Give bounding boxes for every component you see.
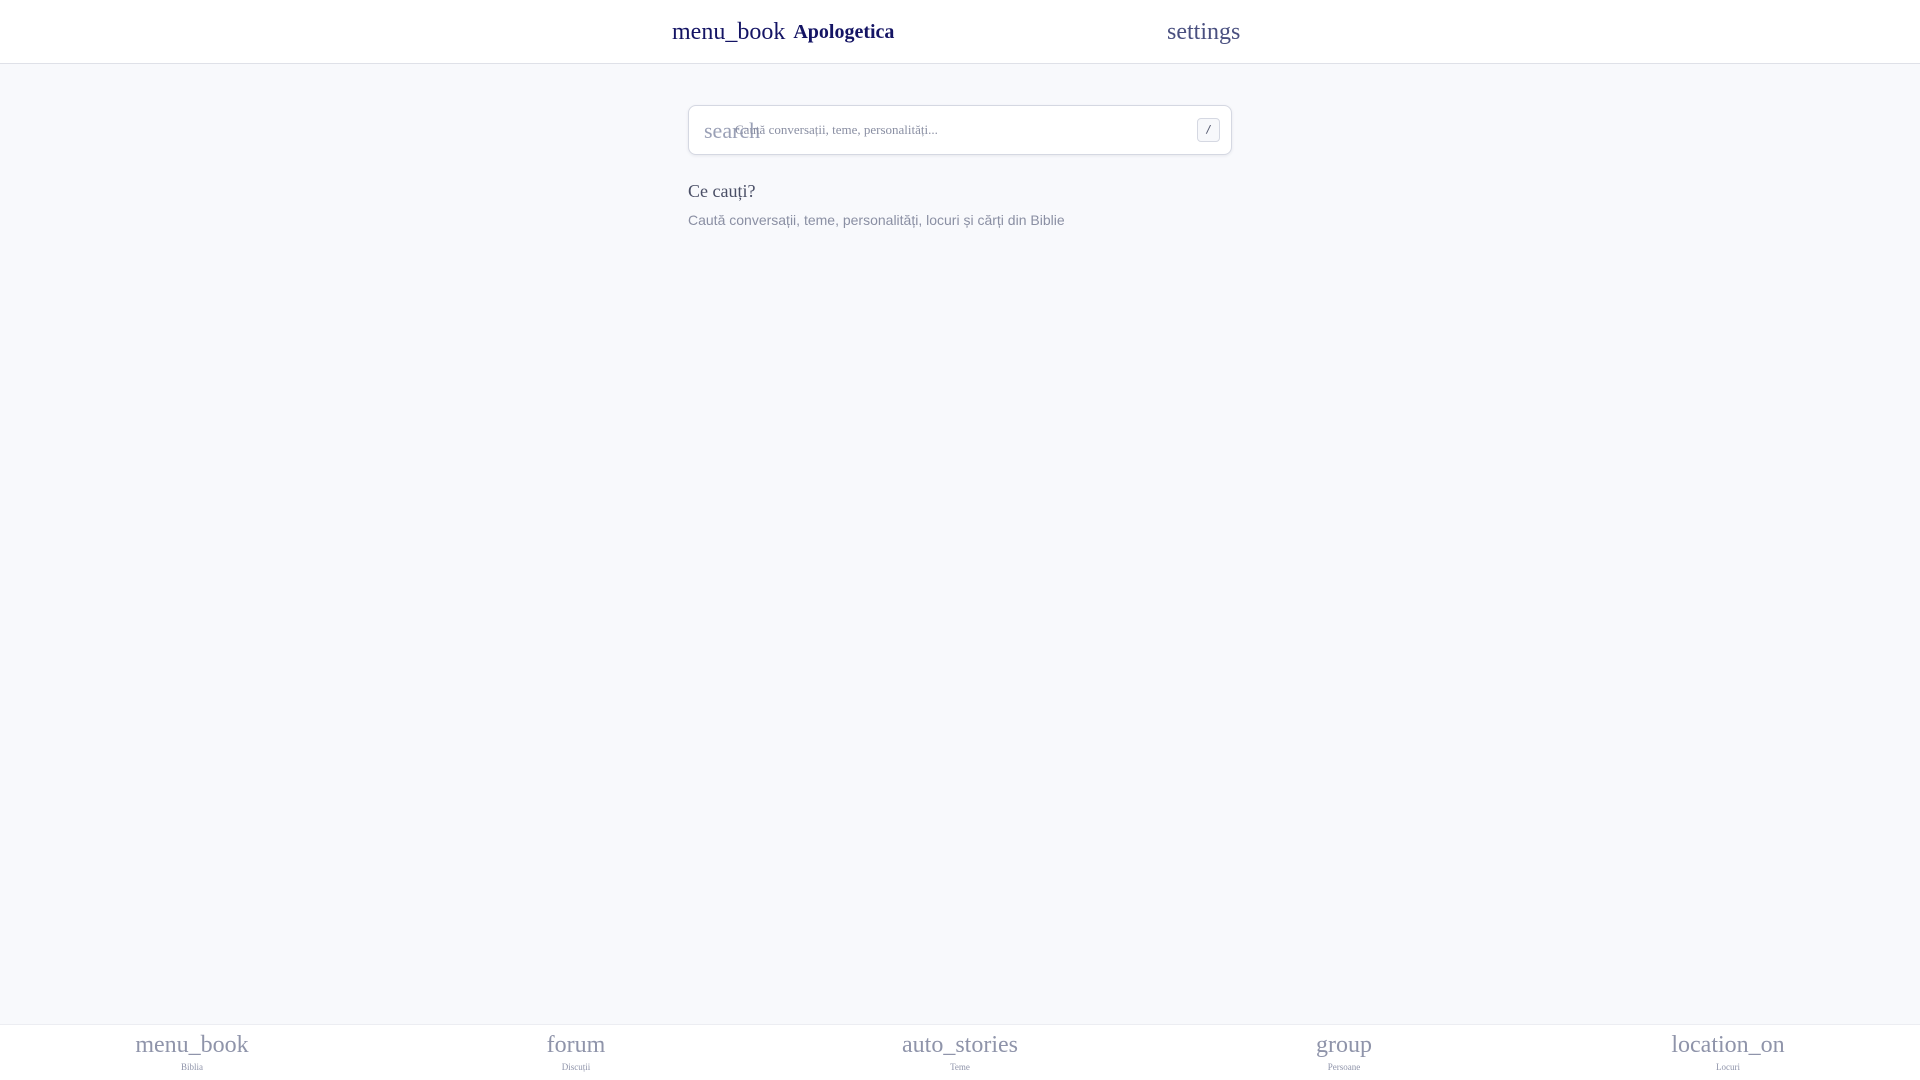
menu-book-icon: menu_book — [672, 18, 786, 45]
empty-state-title: Ce cauți? — [688, 181, 756, 201]
menu-book-icon: menu_book — [135, 1032, 249, 1058]
nav-item-locuri[interactable]: location_on Locuri — [1536, 1025, 1920, 1080]
nav-item-biblia[interactable]: menu_book Biblia — [0, 1025, 384, 1080]
empty-state-subtitle: Caută conversații, teme, personalități, … — [688, 212, 1065, 228]
keyboard-shortcut-hint: / — [1197, 118, 1220, 142]
group-icon: group — [1316, 1032, 1372, 1058]
nav-label: Teme — [950, 1062, 970, 1072]
app-title: Apologetica — [793, 20, 895, 43]
nav-item-persoane[interactable]: group Persoane — [1152, 1025, 1536, 1080]
top-app-bar: menu_book Apologetica settings — [0, 0, 1920, 64]
nav-item-teme[interactable]: auto_stories Teme — [768, 1025, 1152, 1080]
nav-label: Locuri — [1716, 1062, 1740, 1072]
nav-item-discutii[interactable]: forum Discuții — [384, 1025, 768, 1080]
nav-label: Discuții — [561, 1062, 591, 1072]
search-bar: search / — [688, 105, 1232, 155]
brand[interactable]: menu_book Apologetica — [672, 0, 894, 64]
nav-label: Biblia — [181, 1062, 203, 1072]
search-input[interactable] — [735, 106, 1175, 154]
settings-icon[interactable]: settings — [1167, 0, 1240, 64]
bottom-navigation: menu_book Biblia forum Discuții auto_sto… — [0, 1024, 1920, 1080]
nav-label: Persoane — [1327, 1062, 1361, 1072]
forum-icon: forum — [546, 1032, 606, 1058]
location-on-icon: location_on — [1671, 1032, 1785, 1058]
auto-stories-icon: auto_stories — [902, 1032, 1018, 1058]
